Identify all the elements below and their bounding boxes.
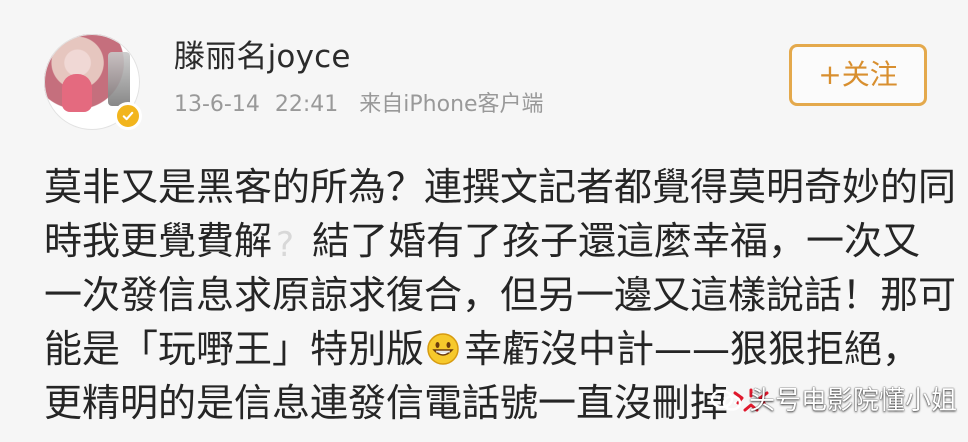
post-line-5-text: 更精明的是信息連發信電話號一直沒刪掉 (44, 381, 729, 425)
avatar-container[interactable] (44, 34, 142, 130)
question-mark-icon: ? (276, 225, 295, 265)
wechat-icon (709, 387, 743, 415)
grinning-face-icon (426, 326, 460, 365)
post-line-2: 時我更覺費解? 結了婚有了孩子還這麼幸福，一次又 (44, 214, 949, 268)
post-line-3: 一次發信息求原諒求復合，但另一邊又這樣說話！那可 (44, 273, 957, 317)
post-line-4: 能是「玩嘢王」特別版 幸虧沒中計——狠狠拒絕， (44, 322, 949, 376)
verified-badge-icon (114, 102, 142, 130)
post-line-2-part-2: 結了婚有了孩子還這麼幸福，一次又 (312, 219, 921, 263)
weibo-post: 滕丽名joyce 13-6-14 22:41 来自iPhone客户端 +关注 莫… (0, 0, 968, 442)
post-line-2-part-1: 時我更覺費解 (44, 219, 273, 263)
username[interactable]: 滕丽名joyce (174, 42, 351, 73)
post-line-1: 莫非又是黑客的所為？連撰文記者都覺得莫明奇妙的同 (44, 165, 957, 209)
follow-button[interactable]: +关注 (789, 44, 927, 106)
post-source: 来自iPhone客户端 (359, 92, 544, 117)
watermark-text: 头号电影院懂小姐 (749, 386, 958, 416)
post-line-4-part-2: 幸虧沒中計——狠狠拒絕， (464, 327, 921, 371)
post-date: 13-6-14 (174, 92, 260, 117)
post-time: 22:41 (274, 92, 339, 117)
watermark: 头号电影院懂小姐 (709, 387, 957, 415)
post-meta: 13-6-14 22:41 来自iPhone客户端 (174, 94, 544, 116)
post-line-4-part-1: 能是「玩嘢王」特別版 (44, 327, 425, 371)
